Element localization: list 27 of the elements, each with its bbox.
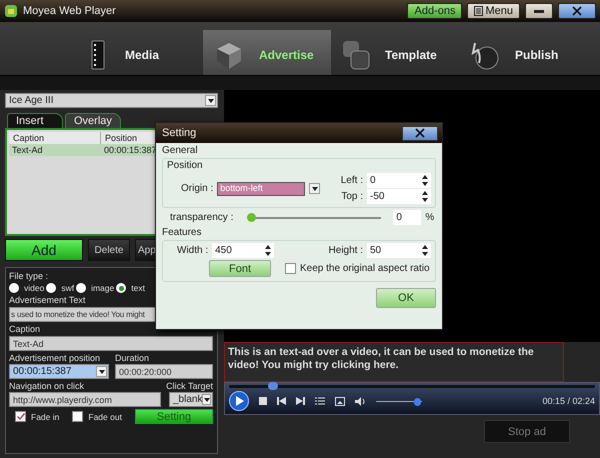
- file-type-label: File type :: [9, 271, 50, 281]
- checkbox-label: Keep the original aspect ratio: [300, 263, 430, 274]
- window-title: Moyea Web Player: [23, 5, 117, 17]
- field-label: Advertisement position: [9, 353, 102, 363]
- field-label: Width :: [177, 245, 208, 256]
- field-label: Duration: [115, 353, 150, 363]
- radio-label: video: [24, 283, 44, 293]
- field-label: Origin :: [181, 183, 214, 194]
- dialog-title: Setting: [162, 127, 196, 139]
- radio-label: swf: [61, 283, 74, 293]
- field-label: Advertisement Text: [9, 295, 86, 305]
- group-label: General: [162, 145, 199, 156]
- radio-label: text: [131, 283, 145, 293]
- checkbox-label: Fade out: [88, 412, 122, 422]
- group-label: Position: [167, 160, 204, 171]
- field-label: Navigation on click: [9, 381, 86, 391]
- group-label: Features: [162, 227, 202, 238]
- time-display: 00:15 / 02:24: [542, 396, 595, 406]
- field-label: Click Target: [166, 381, 213, 391]
- checkbox-label: Fade in: [31, 412, 60, 422]
- percent-label: %: [425, 212, 434, 223]
- field-label: Top :: [341, 191, 363, 202]
- field-label: transparency :: [170, 212, 234, 223]
- field-label: Left :: [340, 175, 363, 186]
- radio-label: image: [91, 283, 114, 293]
- field-label: Height :: [328, 245, 363, 256]
- field-label: Caption: [9, 324, 42, 334]
